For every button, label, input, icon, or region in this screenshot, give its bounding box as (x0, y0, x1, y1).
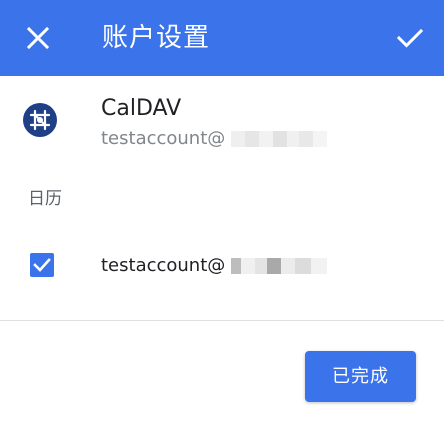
calendar-row[interactable]: testaccount@ (0, 236, 444, 296)
account-email: testaccount@ (101, 126, 328, 152)
app-bar: 账户设置 (0, 0, 444, 76)
account-email-text: testaccount@ (101, 128, 226, 149)
confirm-button[interactable] (388, 16, 432, 60)
check-icon (397, 28, 423, 48)
calendar-checkbox[interactable] (30, 253, 54, 277)
caldav-logo-icon (23, 103, 57, 137)
close-button[interactable] (16, 16, 60, 60)
redaction-mask (231, 131, 328, 147)
close-icon (27, 27, 49, 49)
section-header-calendars: 日历 (28, 189, 62, 209)
redaction-mask (231, 258, 328, 274)
calendar-name-text: testaccount@ (101, 255, 226, 276)
done-button[interactable]: 已完成 (305, 351, 416, 402)
account-name: CalDAV (101, 96, 182, 121)
check-icon (33, 258, 51, 272)
calendar-name: testaccount@ (101, 253, 328, 279)
page-title: 账户设置 (102, 23, 211, 53)
divider (0, 320, 444, 321)
account-info: CalDAV testaccount@ (0, 82, 444, 168)
